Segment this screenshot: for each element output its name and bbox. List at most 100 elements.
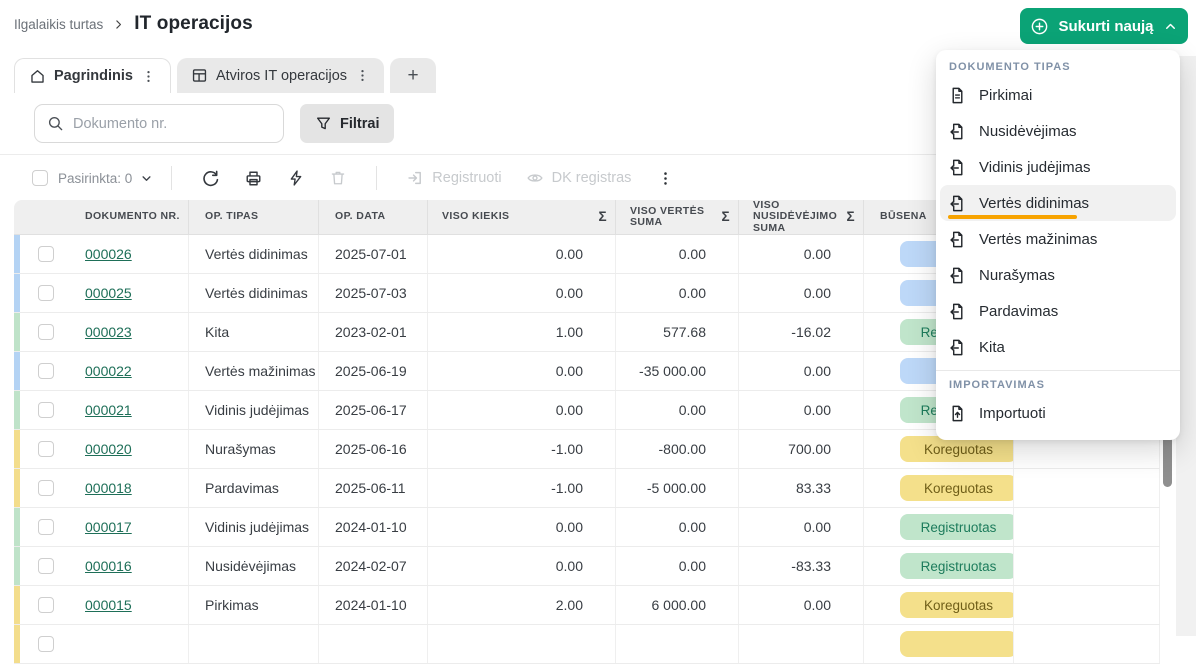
print-button[interactable] [244,169,263,188]
sum-icon[interactable]: Σ [846,209,855,225]
status-badge: Koreguotas [900,475,1013,501]
dropdown-section-label: DOKUMENTO TIPAS [949,61,1071,73]
op-data-cell: 2025-06-16 [319,430,428,468]
eye-icon [526,169,544,187]
viso-nusidevejimo-suma-cell [739,625,864,663]
viso-nusidevejimo-suma-cell: 0.00 [739,352,864,390]
document-export-icon [948,266,967,285]
row-checkbox[interactable] [38,597,54,613]
viso-nusidevejimo-suma-cell: -16.02 [739,313,864,351]
row-checkbox[interactable] [38,636,54,652]
row-checkbox[interactable] [38,324,54,340]
viso-vertes-suma-cell: -5 000.00 [616,469,739,507]
dropdown-item-label: Pardavimas [979,302,1059,320]
column-header: VISO KIEKIS Σ [428,200,616,234]
register-button[interactable]: Registruoti [406,169,502,187]
op-data-cell: 2025-06-19 [319,352,428,390]
viso-kiekis-cell: -1.00 [428,469,616,507]
row-checkbox[interactable] [38,558,54,574]
document-number-link[interactable]: 000020 [85,441,132,457]
create-new-button[interactable]: Sukurti naują [1020,8,1188,44]
row-checkbox[interactable] [38,246,54,262]
row-checkbox[interactable] [38,363,54,379]
op-tipas-cell: Nurašymas [189,430,319,468]
refresh-button[interactable] [201,169,220,188]
document-number-link[interactable]: 000015 [85,597,132,613]
op-tipas-cell: Pirkimas [189,586,319,624]
tab-pagrindinis[interactable]: Pagrindinis [14,58,171,93]
row-checkbox[interactable] [38,480,54,496]
dropdown-item-pirkimai[interactable]: Pirkimai [936,77,1180,113]
op-tipas-cell: Vidinis judėjimas [189,508,319,546]
empty-cell [1014,586,1160,624]
dropdown-item-label: Kita [979,338,1005,356]
selected-count-label: Pasirinkta: 0 [58,170,133,186]
document-number-link[interactable]: 000026 [85,246,132,262]
add-tab-button[interactable]: + [390,58,437,93]
funnel-icon [315,115,332,132]
dk-registras-button[interactable]: DK registras [526,169,632,187]
viso-kiekis-cell: 0.00 [428,235,616,273]
tab-strip: Pagrindinis Atviros IT operacijos + [14,58,437,93]
sum-icon[interactable]: Σ [598,209,607,225]
row-checkbox[interactable] [38,519,54,535]
refresh-icon [201,169,220,188]
delete-button[interactable] [329,169,347,187]
row-checkbox[interactable] [38,285,54,301]
viso-nusidevejimo-suma-cell: 0.00 [739,586,864,624]
tab-kebab-icon[interactable] [355,68,370,83]
document-number-link[interactable]: 000022 [85,363,132,379]
viso-nusidevejimo-suma-cell: 700.00 [739,430,864,468]
dropdown-item-vidinis-judėjimas[interactable]: Vidinis judėjimas [936,149,1180,185]
document-export-icon [948,302,967,321]
document-number-link[interactable]: 000018 [85,480,132,496]
op-tipas-cell: Vertės mažinimas [189,352,319,390]
dropdown-item-nurašymas[interactable]: Nurašymas [936,257,1180,293]
dropdown-item-kita[interactable]: Kita [936,329,1180,365]
table-row: 000015 Pirkimas 2024-01-10 2.00 6 000.00… [14,586,1160,625]
tab-label: Atviros IT operacijos [215,67,348,84]
search-box[interactable] [34,104,284,143]
dropdown-item-vertės-mažinimas[interactable]: Vertės mažinimas [936,221,1180,257]
row-checkbox[interactable] [38,402,54,418]
dropdown-item-vertės-didinimas[interactable]: Vertės didinimas [940,185,1176,221]
op-tipas-cell: Nusidėvėjimas [189,547,319,585]
dropdown-item-nusidėvėjimas[interactable]: Nusidėvėjimas [936,113,1180,149]
actions-button[interactable] [287,169,305,187]
viso-kiekis-cell: 2.00 [428,586,616,624]
table-row [14,625,1160,664]
column-header: OP. DATA [319,200,428,234]
document-number-link[interactable]: 000016 [85,558,132,574]
page-title: IT operacijos [134,13,253,34]
dk-registras-label: DK registras [551,170,632,186]
column-header: OP. TIPAS [189,200,319,234]
dropdown-item-label: Vertės didinimas [979,194,1090,212]
filter-button[interactable]: Filtrai [300,104,395,143]
viso-kiekis-cell: 0.00 [428,274,616,312]
empty-cell [1014,547,1160,585]
column-header: VISO NUSIDĖVĖJIMO SUMA Σ [739,200,864,234]
document-number-link[interactable]: 000021 [85,402,132,418]
op-tipas-cell: Kita [189,313,319,351]
sum-icon[interactable]: Σ [721,209,730,225]
select-all-checkbox[interactable] [32,170,48,186]
row-checkbox[interactable] [38,441,54,457]
dropdown-item-importuoti[interactable]: Importuoti [936,395,1180,431]
document-number-link[interactable]: 000023 [85,324,132,340]
dropdown-item-pardavimas[interactable]: Pardavimas [936,293,1180,329]
search-input[interactable] [73,115,271,132]
home-icon [29,68,46,85]
breadcrumb-parent-link[interactable]: Ilgalaikis turtas [14,17,103,32]
status-badge: Koreguotas [900,592,1013,618]
document-export-icon [948,338,967,357]
create-new-label: Sukurti naują [1058,17,1154,35]
tab-atviros-it-operacijos[interactable]: Atviros IT operacijos [176,58,385,93]
chevron-down-icon[interactable] [139,171,154,186]
register-label: Registruoti [432,170,502,186]
tab-kebab-icon[interactable] [141,69,156,84]
toolbar-kebab-button[interactable] [657,170,674,187]
status-badge: Registruotas [900,553,1013,579]
document-number-link[interactable]: 000017 [85,519,132,535]
document-number-link[interactable]: 000025 [85,285,132,301]
viso-kiekis-cell: -1.00 [428,430,616,468]
